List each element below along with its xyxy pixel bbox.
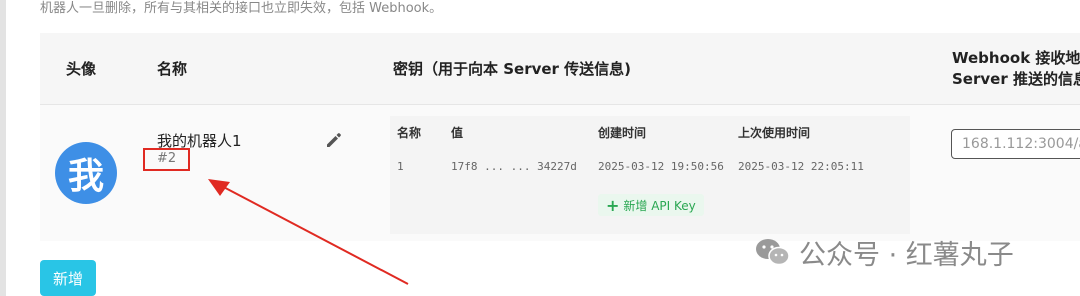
key-value: 17f8 ... ... 34227d — [451, 160, 577, 173]
watermark: 公众号 · 红薯丸子 — [755, 232, 1014, 272]
left-border — [0, 0, 6, 296]
plus-icon: + — [606, 195, 620, 215]
delete-notice: 机器人一旦删除，所有与其相关的接口也立即失效，包括 Webhook。 — [40, 1, 443, 16]
key-header-created: 创建时间 — [598, 126, 647, 140]
webhook-url-field[interactable]: 168.1.112:3004/api — [951, 129, 1080, 159]
add-api-key-label: 新增 API Key — [623, 198, 696, 213]
add-robot-button[interactable]: 新增 — [40, 260, 96, 296]
api-key-table — [390, 116, 910, 234]
header-webhook-line1: Webhook 接收地址 — [952, 49, 1080, 67]
header-secret: 密钥（用于向本 Server 传送信息) — [393, 60, 632, 78]
header-name: 名称 — [157, 60, 188, 78]
header-avatar: 头像 — [66, 60, 97, 78]
add-api-key-button[interactable]: + 新增 API Key — [598, 194, 704, 216]
header-webhook-line2: Server 推送的信息) — [952, 70, 1080, 88]
pencil-icon[interactable] — [324, 130, 344, 150]
annotation-arrow — [208, 179, 409, 285]
key-created-time: 2025-03-12 19:50:56 — [598, 160, 724, 173]
key-last-used-time: 2025-03-12 22:05:11 — [738, 160, 864, 173]
avatar: 我 — [55, 142, 117, 204]
annotation-highlight-box — [143, 148, 190, 171]
key-header-name: 名称 — [397, 126, 422, 140]
wechat-icon — [756, 239, 790, 266]
key-header-last-used: 上次使用时间 — [738, 126, 811, 140]
watermark-text: 公众号 · 红薯丸子 — [799, 239, 1014, 271]
key-header-value: 值 — [451, 126, 464, 140]
